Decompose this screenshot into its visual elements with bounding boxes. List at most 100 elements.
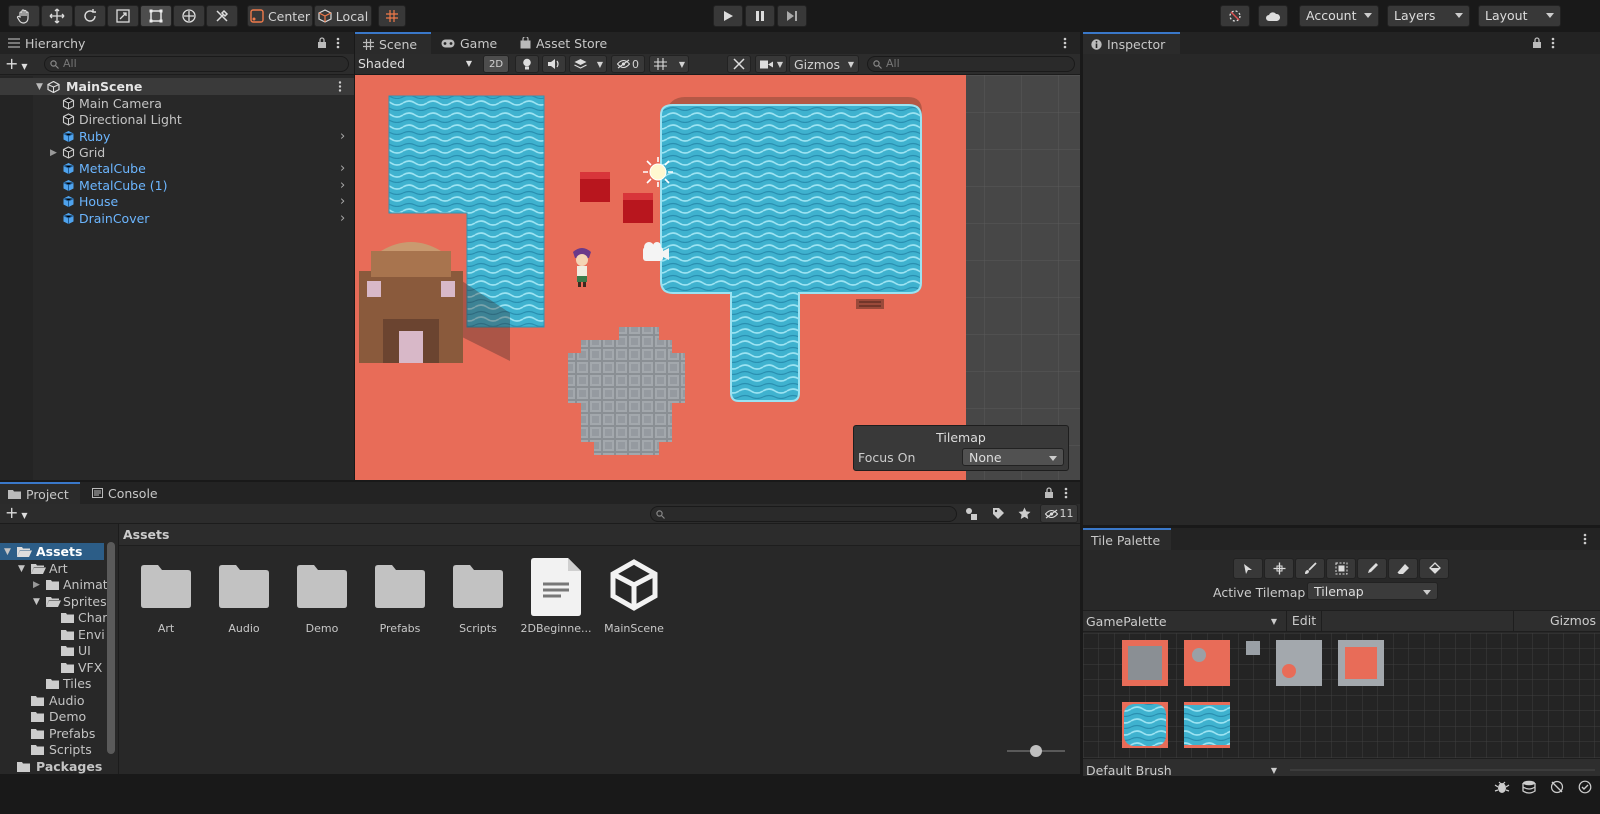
- account-dropdown[interactable]: Account: [1299, 5, 1379, 27]
- asset-item-prefabs[interactable]: Prefabs: [361, 560, 439, 640]
- asset-item-art[interactable]: Art: [127, 560, 205, 640]
- more-options-icon[interactable]: [1551, 37, 1555, 49]
- scale-tool-button[interactable]: [107, 5, 139, 27]
- palette-box-fill-tool[interactable]: [1326, 558, 1356, 579]
- favorite-star-icon[interactable]: [1018, 507, 1031, 520]
- scene-tools-button[interactable]: [727, 55, 751, 73]
- tab-game[interactable]: Game: [433, 32, 505, 54]
- tree-item-ui[interactable]: UI: [0, 642, 118, 659]
- palette-paint-tool[interactable]: [1295, 558, 1325, 579]
- tab-project[interactable]: Project: [0, 482, 80, 504]
- more-options-icon[interactable]: [1063, 37, 1067, 49]
- create-button[interactable]: + ▼: [5, 55, 28, 76]
- tab-asset-store[interactable]: Asset Store: [512, 32, 615, 54]
- project-create-button[interactable]: + ▼: [5, 504, 28, 525]
- asset-zoom-slider[interactable]: [1007, 745, 1065, 757]
- slider-handle[interactable]: [1030, 745, 1042, 757]
- focus-on-dropdown[interactable]: None: [962, 448, 1064, 466]
- lock-icon[interactable]: [1532, 37, 1542, 48]
- tile-water-round[interactable]: [1122, 702, 1168, 748]
- tree-item-assets[interactable]: ▼ Assets: [0, 543, 104, 560]
- tile-stone-small[interactable]: [1246, 641, 1260, 655]
- filter-by-type-icon[interactable]: [965, 507, 979, 520]
- pivot-toggle-button[interactable]: Center: [247, 5, 313, 27]
- gizmos-dropdown[interactable]: Gizmos ▼: [789, 55, 859, 73]
- lock-icon[interactable]: [1044, 487, 1054, 498]
- tree-item-characters[interactable]: Char: [0, 609, 118, 626]
- asset-item-audio[interactable]: Audio: [205, 560, 283, 640]
- tree-scrollbar[interactable]: [107, 542, 115, 754]
- chevron-right-icon[interactable]: ›: [340, 211, 345, 226]
- asset-item-mainscene[interactable]: MainScene: [595, 559, 673, 640]
- chevron-right-icon[interactable]: ›: [340, 129, 345, 144]
- tree-item-tiles[interactable]: Tiles: [0, 675, 118, 692]
- database-icon[interactable]: [1522, 780, 1536, 794]
- tab-hierarchy[interactable]: Hierarchy: [0, 32, 93, 54]
- tree-item-prefabs[interactable]: Prefabs: [0, 725, 118, 742]
- lock-icon[interactable]: [317, 37, 327, 48]
- palette-edit-button[interactable]: Edit: [1286, 611, 1322, 631]
- network-off-icon[interactable]: [1550, 780, 1564, 794]
- audio-toggle-button[interactable]: [542, 55, 566, 73]
- tree-item-sprites[interactable]: ▼ Sprites: [0, 593, 118, 610]
- rect-tool-button[interactable]: [140, 5, 172, 27]
- scene-viewport[interactable]: [355, 75, 1080, 480]
- palette-move-tool[interactable]: [1264, 558, 1294, 579]
- palette-erase-tool[interactable]: [1388, 558, 1418, 579]
- grid-snap-button[interactable]: [378, 5, 406, 27]
- hierarchy-scene-row[interactable]: ▼ MainScene: [0, 78, 354, 95]
- hidden-objects-toggle[interactable]: 0: [611, 55, 645, 73]
- hidden-packages-toggle[interactable]: 11: [1040, 504, 1078, 523]
- tree-item-audio[interactable]: Audio: [0, 692, 118, 709]
- chevron-right-icon[interactable]: ›: [340, 194, 345, 209]
- hierarchy-item-metalcube-1[interactable]: MetalCube (1) ›: [0, 177, 354, 194]
- camera-settings-button[interactable]: ▼: [755, 55, 787, 73]
- space-toggle-button[interactable]: Local: [314, 5, 372, 27]
- hierarchy-item-main-camera[interactable]: Main Camera: [0, 95, 354, 112]
- rotate-tool-button[interactable]: [74, 5, 106, 27]
- check-circle-icon[interactable]: [1578, 780, 1592, 794]
- filter-by-label-icon[interactable]: [992, 507, 1005, 520]
- tile-stone-center[interactable]: [1122, 640, 1168, 686]
- chevron-right-icon[interactable]: ›: [340, 178, 345, 193]
- asset-item-demo[interactable]: Demo: [283, 560, 361, 640]
- tile-ground-corner[interactable]: [1184, 640, 1230, 686]
- tile-ground-stone[interactable]: [1338, 640, 1384, 686]
- more-options-icon[interactable]: [336, 37, 340, 49]
- collab-button[interactable]: [1220, 5, 1250, 27]
- step-button[interactable]: [777, 5, 807, 27]
- hierarchy-item-grid[interactable]: ▶ Grid: [0, 144, 354, 161]
- transform-tool-button[interactable]: [173, 5, 205, 27]
- custom-tool-button[interactable]: [206, 5, 238, 27]
- tree-item-demo[interactable]: Demo: [0, 708, 118, 725]
- tab-scene[interactable]: Scene: [355, 32, 431, 54]
- grid-visibility-toggle[interactable]: ▼: [649, 55, 689, 73]
- chevron-right-icon[interactable]: ›: [340, 161, 345, 176]
- palette-gizmos-button[interactable]: Gizmos: [1513, 611, 1600, 631]
- project-search-input[interactable]: [650, 506, 957, 522]
- hierarchy-search-input[interactable]: All: [44, 56, 349, 72]
- tree-item-animation[interactable]: ▶ Animat: [0, 576, 118, 593]
- more-options-icon[interactable]: [1583, 533, 1587, 545]
- hierarchy-item-metalcube[interactable]: MetalCube ›: [0, 160, 354, 177]
- layout-dropdown[interactable]: Layout: [1478, 5, 1561, 27]
- asset-item-readme[interactable]: 2DBeginne...: [517, 558, 595, 640]
- tab-console[interactable]: Console: [84, 482, 166, 504]
- toggle-2d-button[interactable]: 2D: [483, 55, 509, 73]
- tab-tile-palette[interactable]: Tile Palette: [1083, 528, 1171, 550]
- hand-tool-button[interactable]: [8, 5, 40, 27]
- breadcrumb-assets[interactable]: Assets: [123, 527, 169, 542]
- tile-stone-edge[interactable]: [1276, 640, 1322, 686]
- bug-icon[interactable]: [1494, 780, 1510, 794]
- move-tool-button[interactable]: [41, 5, 73, 27]
- pause-button[interactable]: [745, 5, 775, 27]
- tile-water-edge[interactable]: [1184, 702, 1230, 748]
- asset-item-scripts[interactable]: Scripts: [439, 560, 517, 640]
- tree-item-scripts[interactable]: Scripts: [0, 741, 118, 758]
- palette-flood-fill-tool[interactable]: [1419, 558, 1449, 579]
- cloud-button[interactable]: [1258, 5, 1288, 27]
- layers-dropdown[interactable]: Layers: [1387, 5, 1470, 27]
- hierarchy-item-house[interactable]: House ›: [0, 193, 354, 210]
- tab-inspector[interactable]: Inspector: [1083, 32, 1180, 54]
- tree-item-environment[interactable]: Envi: [0, 626, 118, 643]
